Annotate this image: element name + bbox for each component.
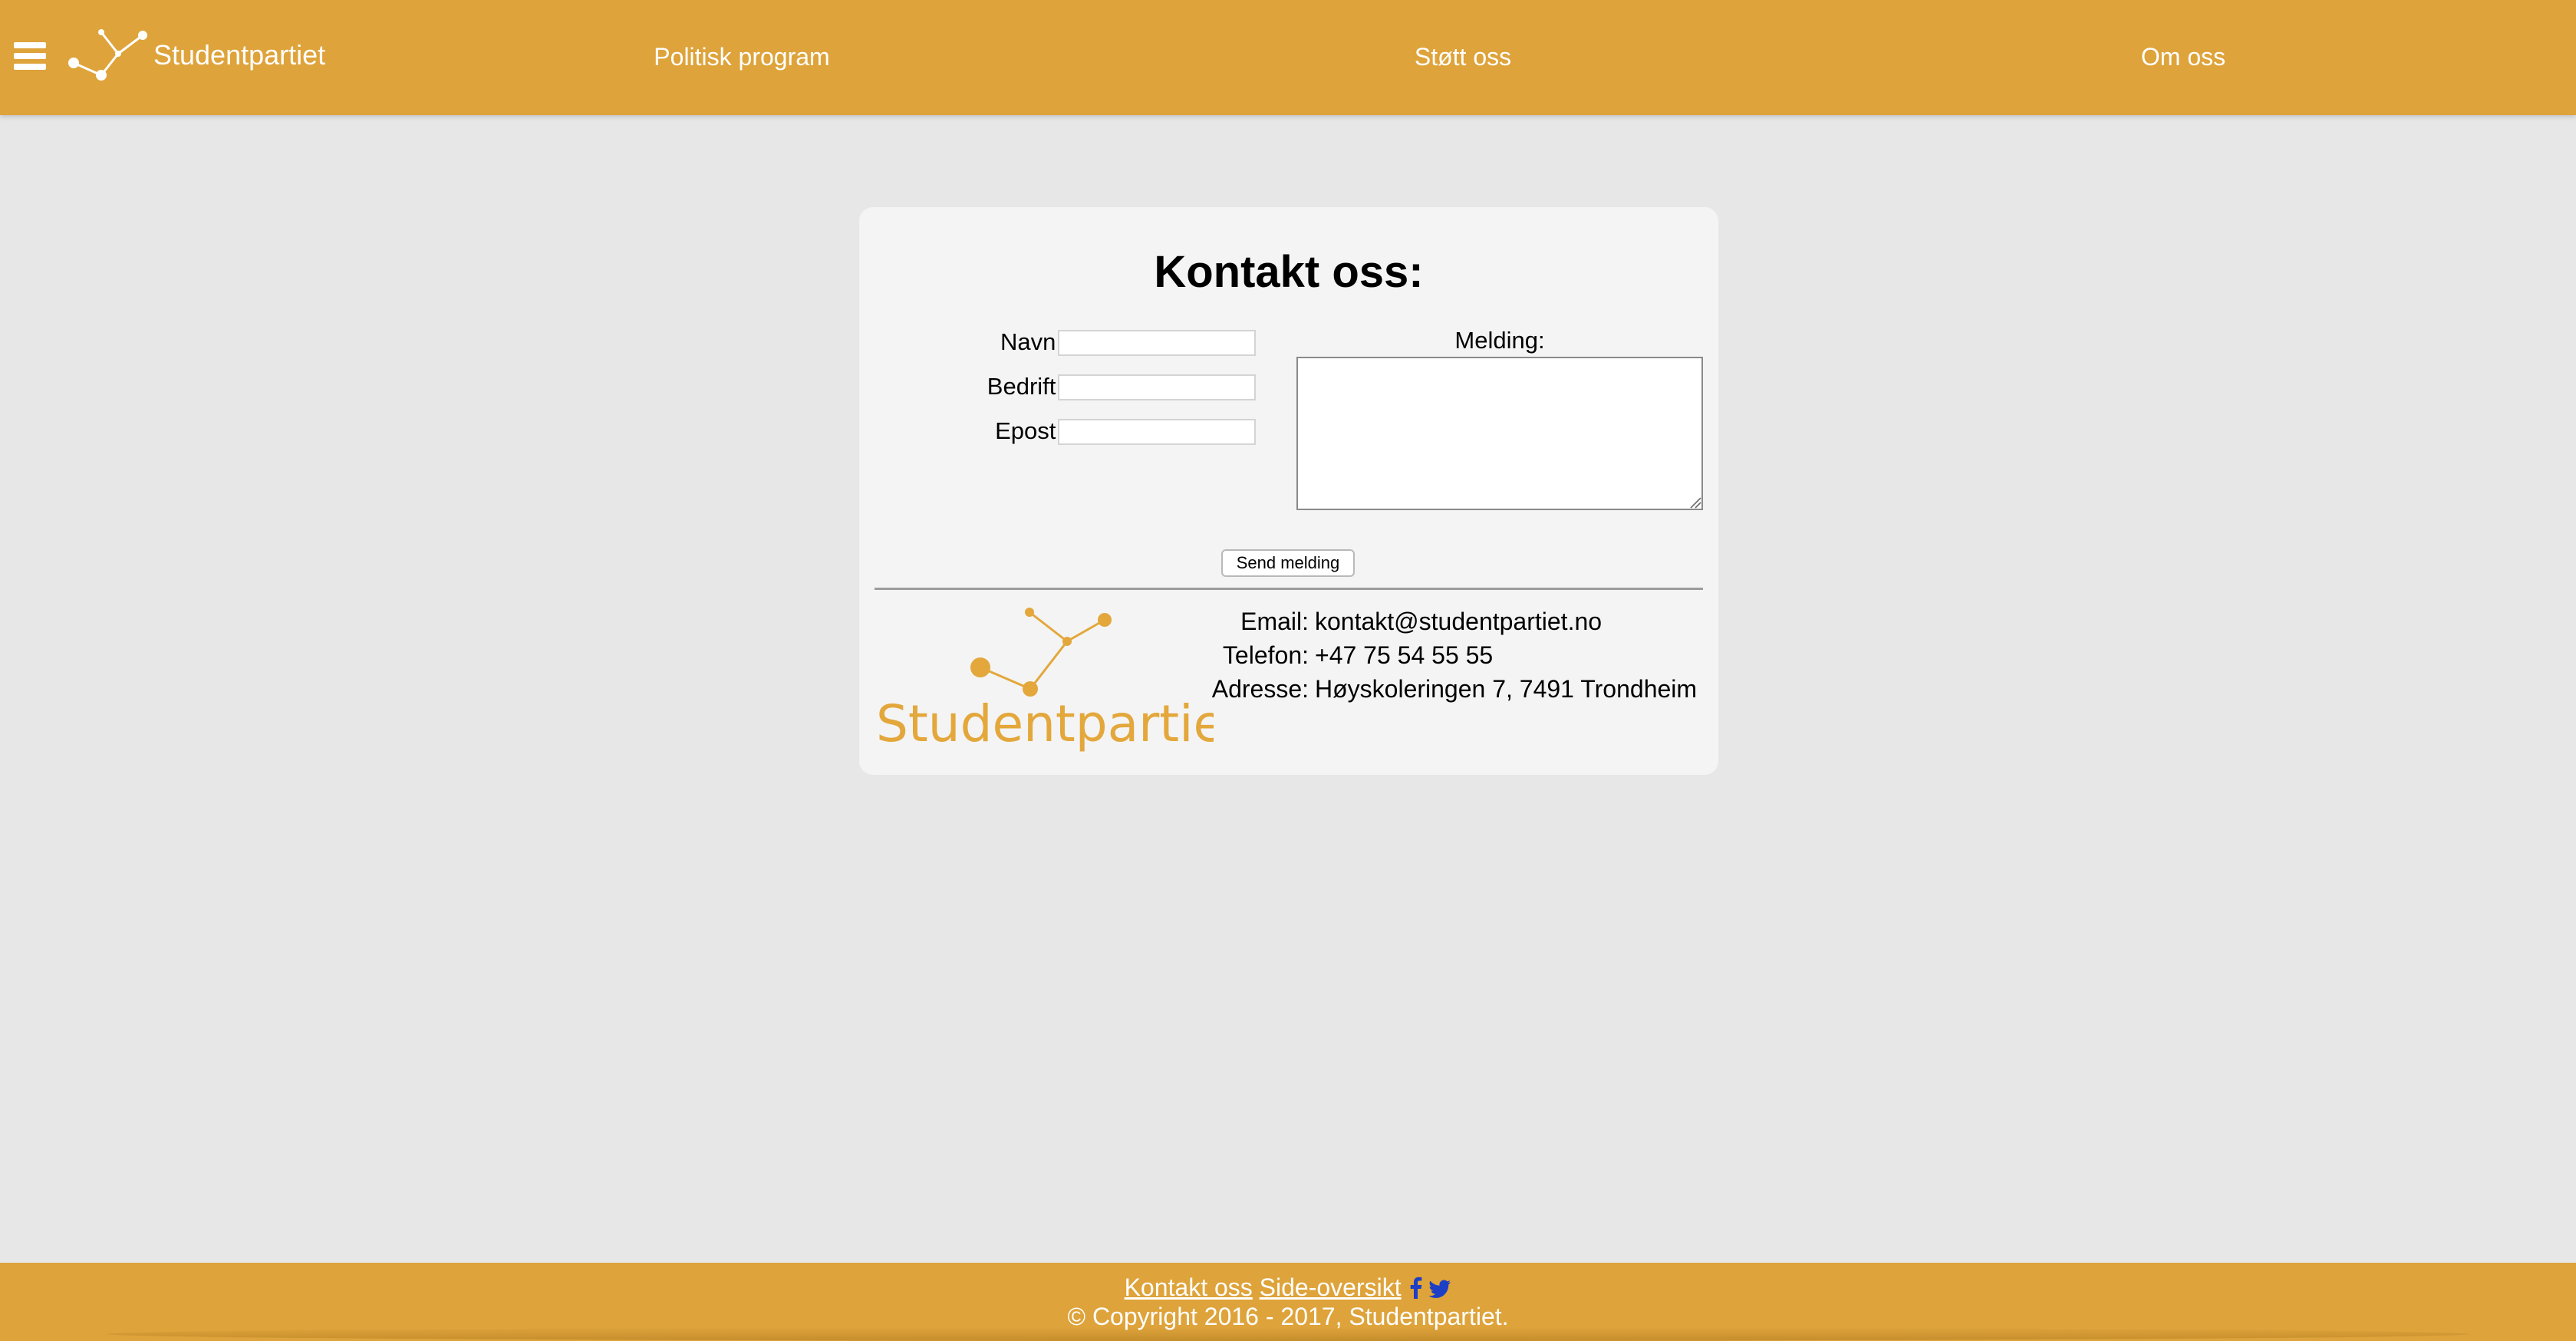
page-title: Kontakt oss: xyxy=(1154,247,1424,297)
resize-grip-icon[interactable] xyxy=(1689,496,1701,509)
address-info-label: Adresse: xyxy=(1211,675,1309,703)
brand-name[interactable]: Studentpartiet xyxy=(153,38,325,72)
company-label: Bedrift: xyxy=(987,373,1062,400)
email-input[interactable] xyxy=(1058,419,1256,445)
top-navigation-bar: Studentpartiet Politisk program Støtt os… xyxy=(0,0,2576,115)
email-label: Epost: xyxy=(995,417,1062,444)
studentpartiet-logo: Studentpartiet xyxy=(876,608,1214,753)
company-input[interactable] xyxy=(1058,374,1256,400)
footer-link-contact[interactable]: Kontakt oss xyxy=(1125,1273,1253,1301)
message-textarea[interactable] xyxy=(1296,357,1703,510)
email-info-label-wrapper: Email: xyxy=(1212,606,1309,637)
email-info-label: Email: xyxy=(1240,608,1309,635)
address-info-label-wrapper: Adresse: xyxy=(1197,674,1309,704)
footer-link-sitemap[interactable]: Side-oversikt xyxy=(1260,1273,1402,1301)
send-message-button[interactable]: Send melding xyxy=(1221,549,1355,577)
phone-info-value: +47 75 54 55 55 xyxy=(1315,641,1494,669)
send-message-button-wrapper: Send melding xyxy=(1221,549,1355,577)
footer-links: Kontakt oss Side-oversikt xyxy=(0,1272,2576,1303)
name-label: Navn: xyxy=(1000,328,1062,355)
twitter-icon[interactable] xyxy=(1428,1279,1451,1299)
divider xyxy=(875,588,1703,590)
phone-info-label: Telefon: xyxy=(1222,641,1309,669)
facebook-icon[interactable] xyxy=(1408,1276,1422,1299)
name-input[interactable] xyxy=(1058,330,1256,356)
nav-item-om-oss[interactable]: Om oss xyxy=(2141,41,2225,72)
message-label: Melding: xyxy=(1454,327,1545,354)
logo-text: Studentpartiet xyxy=(876,694,1214,753)
hamburger-menu-icon[interactable] xyxy=(14,40,46,72)
nav-item-politisk-program[interactable]: Politisk program xyxy=(654,41,829,72)
page-footer: Kontakt oss Side-oversikt © Copyright 20… xyxy=(0,1263,2576,1341)
phone-info-label-wrapper: Telefon: xyxy=(1212,640,1309,670)
address-info-value: Høyskoleringen 7, 7491 Trondheim xyxy=(1315,675,1698,703)
copyright-text: © Copyright 2016 - 2017, Studentpartiet. xyxy=(1067,1303,1509,1330)
constellation-logo-icon[interactable] xyxy=(63,25,149,86)
nav-item-stott-oss[interactable]: Støtt oss xyxy=(1415,41,1511,72)
email-info-value: kontakt@studentpartiet.no xyxy=(1315,608,1603,635)
